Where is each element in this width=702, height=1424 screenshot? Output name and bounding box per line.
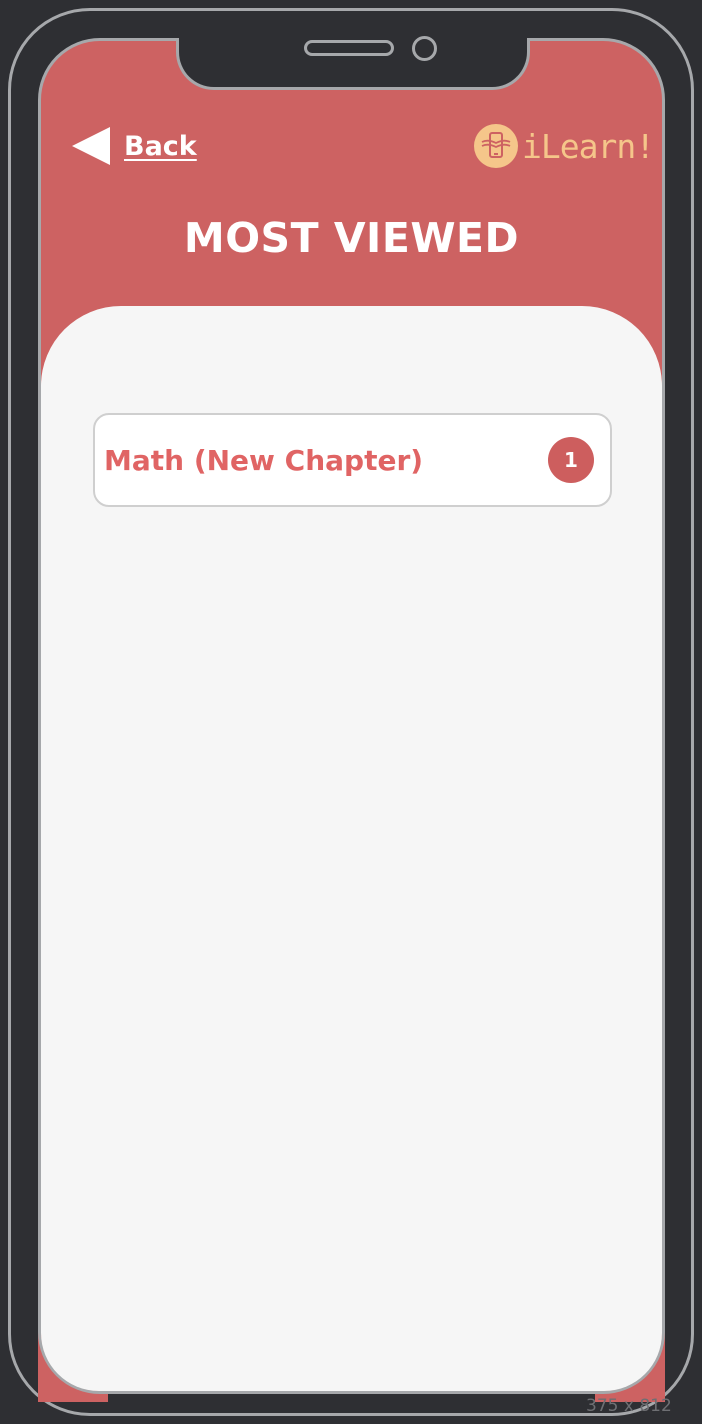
back-label: Back [124, 130, 197, 162]
list-item-label: Math (New Chapter) [104, 443, 424, 477]
page-title: MOST VIEWED [183, 214, 520, 262]
back-button[interactable]: Back [72, 124, 197, 168]
back-arrow-icon [72, 127, 110, 165]
frame-dimensions-label: 375 x 812 [586, 1396, 672, 1416]
device-frame: Back iLearn! MOST VIEWED Math (New Chapt… [0, 0, 702, 1424]
logo-text: iLearn! [522, 126, 655, 166]
speaker-grille [304, 40, 394, 56]
view-count-badge: 1 [548, 437, 594, 483]
front-camera [412, 36, 437, 61]
list-item[interactable]: Math (New Chapter) 1 [93, 413, 612, 507]
phone-book-icon [474, 124, 518, 168]
app-logo: iLearn! [474, 122, 655, 170]
